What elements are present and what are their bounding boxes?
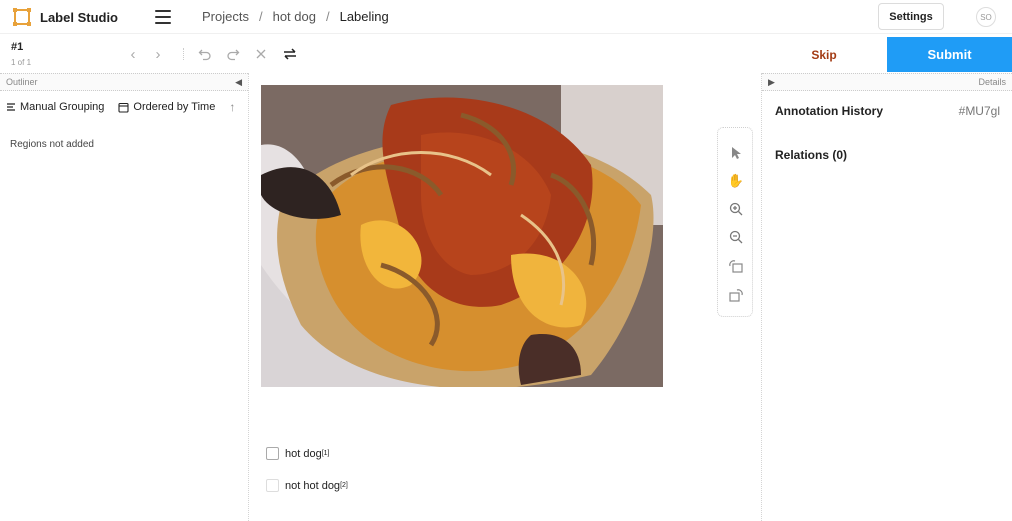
grouping-selector[interactable]: Manual Grouping <box>6 101 104 113</box>
zoom-in-icon[interactable] <box>726 199 746 219</box>
regions-empty-message: Regions not added <box>10 139 94 150</box>
choice-label: not hot dog <box>285 479 341 492</box>
checkbox[interactable] <box>266 447 279 460</box>
annotation-history-label[interactable]: Annotation History <box>775 104 883 118</box>
breadcrumb: Projects / hot dog / Labeling <box>202 9 389 24</box>
submit-button[interactable]: Submit <box>887 37 1012 72</box>
app-logo[interactable]: Label Studio <box>12 7 118 27</box>
choice-label: hot dog <box>285 447 322 460</box>
image-tools-panel: ✋ <box>717 127 753 317</box>
grouping-label: Manual Grouping <box>20 101 105 113</box>
outliner-header: Outliner ◀ <box>0 73 248 91</box>
rotate-left-icon[interactable] <box>726 256 746 276</box>
breadcrumb-separator: / <box>325 9 330 24</box>
app-name: Label Studio <box>40 9 118 25</box>
hot-dog-image <box>261 85 663 387</box>
task-count: 1 of 1 <box>11 58 32 67</box>
next-task-icon[interactable]: › <box>149 45 167 63</box>
task-image[interactable] <box>261 85 663 387</box>
clear-icon[interactable] <box>252 45 270 63</box>
menu-icon[interactable] <box>155 10 171 24</box>
outliner-panel: Outliner ◀ Manual Grouping Ordered by Ti… <box>0 73 249 521</box>
details-header: ▶ Details <box>762 73 1012 91</box>
prev-task-icon[interactable]: ‹ <box>124 45 142 63</box>
top-navigation-bar: Label Studio Projects / hot dog / Labeli… <box>0 0 1012 34</box>
outliner-title: Outliner <box>6 77 38 87</box>
details-panel: ▶ Details Annotation History #MU7gl Rela… <box>761 73 1012 521</box>
breadcrumb-projects[interactable]: Projects <box>202 9 249 24</box>
hotkey-hint: [2] <box>340 482 348 489</box>
choice-not-hot-dog[interactable]: not hot dog [2] <box>266 479 348 492</box>
settings-button[interactable]: Settings <box>878 3 944 30</box>
ordering-label: Ordered by Time <box>133 101 216 113</box>
outliner-controls: Manual Grouping Ordered by Time ↑ <box>0 91 248 123</box>
label-studio-logo-icon <box>12 7 32 27</box>
relations-label[interactable]: Relations (0) <box>775 148 847 162</box>
breadcrumb-current: Labeling <box>339 9 389 24</box>
list-icon <box>7 103 15 111</box>
avatar[interactable]: SO <box>976 7 996 27</box>
rotate-right-icon[interactable] <box>726 285 746 305</box>
sort-arrow-up-icon[interactable]: ↑ <box>229 100 235 114</box>
details-title: Details <box>978 77 1006 87</box>
ordering-selector[interactable]: Ordered by Time <box>118 101 215 113</box>
swap-icon[interactable] <box>281 45 299 63</box>
checkbox[interactable] <box>266 479 279 492</box>
breadcrumb-separator: / <box>258 9 263 24</box>
choice-hot-dog[interactable]: hot dog [1] <box>266 447 330 460</box>
expand-icon[interactable]: ▶ <box>768 77 775 88</box>
undo-icon[interactable] <box>196 45 214 63</box>
annotation-id: #MU7gl <box>958 104 1000 118</box>
calendar-icon <box>118 102 129 113</box>
zoom-out-icon[interactable] <box>726 227 746 247</box>
hotkey-hint: [1] <box>321 450 330 457</box>
breadcrumb-project[interactable]: hot dog <box>273 9 316 24</box>
pan-hand-icon[interactable]: ✋ <box>726 171 746 191</box>
redo-icon[interactable] <box>224 45 242 63</box>
collapse-left-icon[interactable]: ◀ <box>235 77 242 88</box>
task-id: #1 <box>11 41 24 53</box>
skip-button[interactable]: Skip <box>761 37 887 72</box>
toolbar-divider <box>183 48 184 60</box>
pointer-icon[interactable] <box>726 143 746 163</box>
